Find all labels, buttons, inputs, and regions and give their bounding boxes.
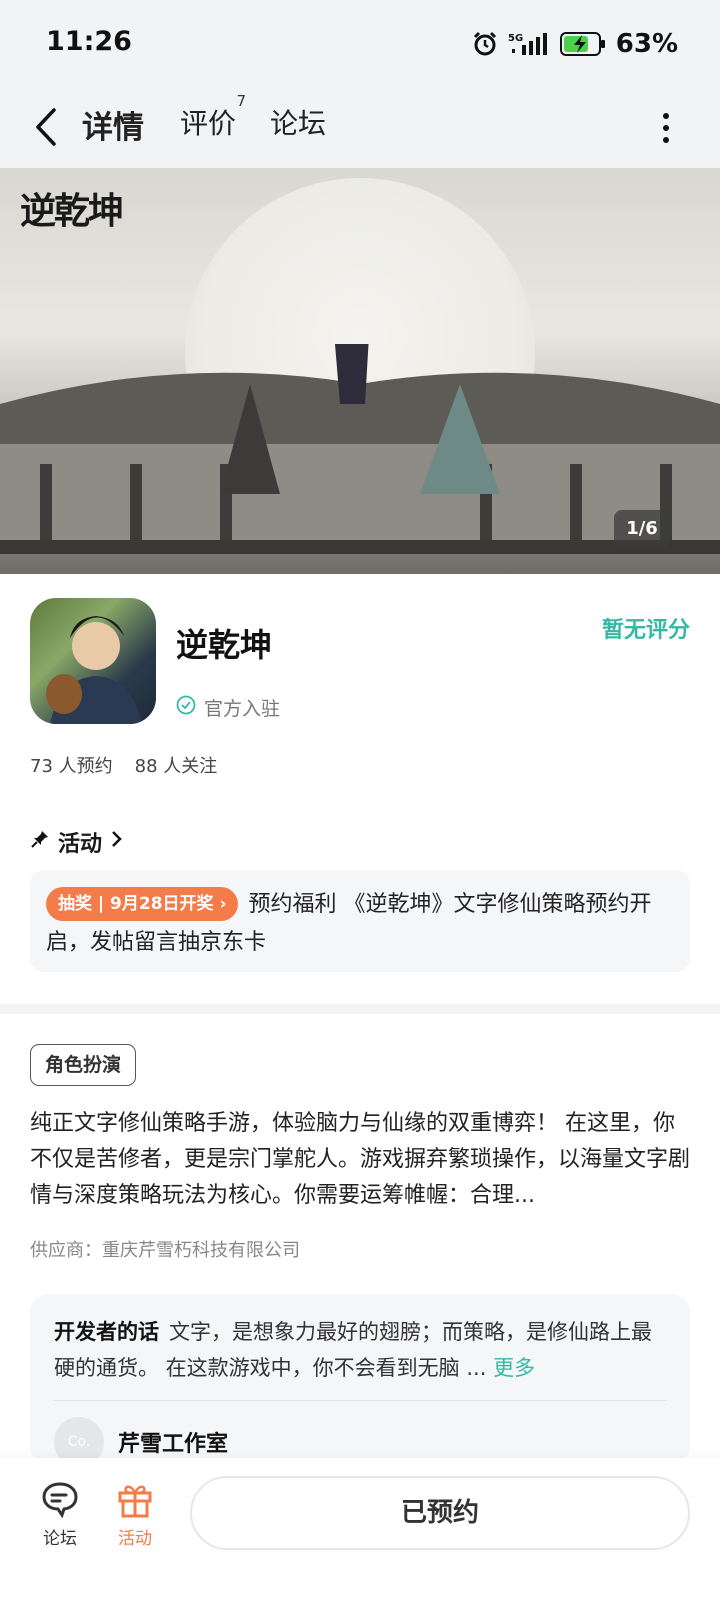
check-circle-icon	[176, 695, 196, 720]
developer-card[interactable]: 开发者的话 文字，是想象力最好的翅膀；而策略，是修仙路上最硬的通货。 在这款游戏中…	[30, 1294, 690, 1464]
nav-forum[interactable]: 论坛	[25, 1480, 95, 1549]
alarm-icon	[472, 31, 498, 57]
bottom-action-bar: 论坛 活动 已预约	[0, 1458, 720, 1598]
rating-status: 暂无评分	[601, 618, 690, 643]
activity-title: 活动	[58, 832, 103, 857]
back-arrow-icon[interactable]	[30, 104, 64, 150]
reservation-count: 73 人预约	[30, 756, 113, 777]
battery-percent: 63%	[615, 29, 678, 59]
chat-bubble-icon	[25, 1480, 95, 1518]
genre-tag[interactable]: 角色扮演	[30, 1044, 137, 1086]
chevron-right-icon	[110, 829, 124, 855]
signal-icon: 5G	[508, 31, 550, 57]
gift-icon	[100, 1480, 170, 1518]
more-link[interactable]: 更多	[493, 1356, 535, 1380]
status-bar: 11:26 5G 63%	[0, 0, 720, 88]
hero-banner[interactable]: 逆乾坤 1/6	[0, 168, 720, 574]
section-divider	[0, 1004, 720, 1014]
tab-forum-label: 论坛	[270, 107, 327, 140]
lottery-pill-label: 抽奖 | 9月28日开奖	[58, 894, 214, 914]
nav-activity[interactable]: 活动	[100, 1480, 170, 1549]
tab-review[interactable]: 评价 7	[180, 92, 246, 142]
header-tabs: 详情 评价 7 论坛	[0, 88, 720, 168]
hero-artwork	[0, 344, 720, 554]
tab-detail[interactable]: 详情	[82, 102, 144, 147]
review-count-badge: 7	[236, 92, 247, 110]
follower-count: 88 人关注	[134, 756, 218, 777]
tab-forum[interactable]: 论坛	[270, 102, 326, 142]
supplier-info: 供应商：重庆芹雪朽科技有限公司	[30, 1240, 300, 1261]
image-counter: 1/6	[614, 510, 670, 548]
app-name: 逆乾坤	[176, 626, 273, 664]
game-description[interactable]: 纯正文字修仙策略手游，体验脑力与仙缘的双重博弈！ 在这里，你不仅是苦修者，更是宗…	[30, 1106, 690, 1214]
app-icon	[30, 598, 156, 724]
studio-avatar: Co.	[54, 1417, 104, 1464]
nav-activity-label: 活动	[118, 1529, 152, 1549]
app-stats: 73 人预约 88 人关注	[30, 752, 217, 778]
pin-icon	[30, 829, 50, 855]
card-divider	[54, 1400, 666, 1401]
status-icons: 5G 63%	[472, 24, 678, 64]
more-options-icon[interactable]	[658, 110, 674, 146]
battery-charging-icon	[559, 31, 606, 57]
official-label: 官方入驻	[204, 698, 281, 720]
tab-review-label: 评价	[180, 107, 237, 140]
hero-logo: 逆乾坤	[20, 190, 124, 232]
status-time: 11:26	[46, 26, 132, 57]
activity-header[interactable]: 活动	[30, 826, 124, 858]
svg-text:5G: 5G	[508, 33, 523, 44]
developer-label: 开发者的话	[54, 1320, 159, 1344]
tab-detail-label: 详情	[82, 110, 144, 146]
activity-card[interactable]: 抽奖 | 9月28日开奖 › 预约福利 《逆乾坤》文字修仙策略预约开启，发帖留言抽…	[30, 870, 690, 972]
lottery-pill[interactable]: 抽奖 | 9月28日开奖 ›	[46, 887, 239, 921]
official-badge: 官方入驻	[176, 694, 280, 721]
studio-row[interactable]: Co. 芹雪工作室	[54, 1417, 666, 1464]
reserved-button[interactable]: 已预约	[190, 1476, 690, 1550]
studio-name: 芹雪工作室	[118, 1432, 229, 1457]
nav-forum-label: 论坛	[43, 1529, 77, 1549]
developer-message: 开发者的话 文字，是想象力最好的翅膀；而策略，是修仙路上最硬的通货。 在这款游戏中…	[54, 1314, 666, 1386]
